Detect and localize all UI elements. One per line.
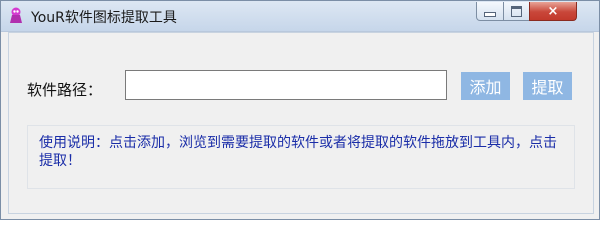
maximize-button[interactable] bbox=[503, 2, 530, 21]
minimize-icon bbox=[484, 11, 496, 17]
close-button[interactable]: × bbox=[529, 2, 577, 21]
add-button[interactable]: 添加 bbox=[461, 72, 510, 100]
app-logo-icon bbox=[10, 7, 22, 23]
path-input[interactable] bbox=[125, 70, 447, 100]
path-label: 软件路径： bbox=[27, 81, 103, 99]
extract-button[interactable]: 提取 bbox=[523, 72, 572, 100]
close-icon: × bbox=[547, 3, 559, 19]
app-window: YouR软件图标提取工具 × 软件路径： 添加 提取 使用说明：点击添加，浏览到… bbox=[0, 0, 600, 220]
title-bar[interactable]: YouR软件图标提取工具 × bbox=[1, 1, 599, 32]
instructions-text: 使用说明：点击添加，浏览到需要提取的软件或者将提取的软件拖放到工具内，点击提取！ bbox=[39, 135, 557, 169]
window-title: YouR软件图标提取工具 bbox=[31, 10, 177, 26]
main-panel: 软件路径： 添加 提取 使用说明：点击添加，浏览到需要提取的软件或者将提取的软件… bbox=[8, 32, 594, 214]
minimize-button[interactable] bbox=[476, 2, 504, 21]
instructions-box: 使用说明：点击添加，浏览到需要提取的软件或者将提取的软件拖放到工具内，点击提取！ bbox=[27, 125, 575, 189]
maximize-icon bbox=[511, 5, 522, 17]
